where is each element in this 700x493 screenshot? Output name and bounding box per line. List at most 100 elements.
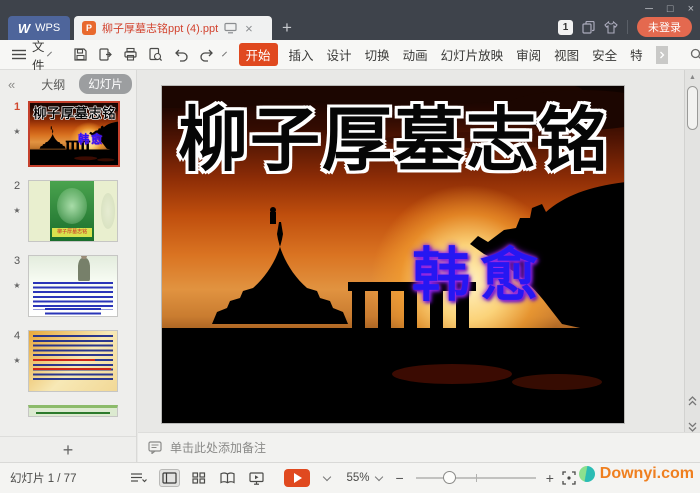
redo-button[interactable]: [199, 48, 215, 62]
notes-comment-icon: [148, 441, 162, 454]
slideshow-view-button[interactable]: [247, 470, 266, 487]
file-menu-chevron-icon[interactable]: [47, 51, 52, 56]
new-tab-button[interactable]: +: [282, 18, 292, 38]
animation-star-icon: ★: [13, 356, 20, 365]
sidebar-header: « 大纲 幻灯片: [0, 70, 136, 98]
view-mode-buttons: [128, 469, 332, 487]
slide-1-number: 1: [14, 101, 20, 113]
thumb3-figure: [78, 258, 89, 281]
file-menu[interactable]: 文件: [32, 36, 45, 74]
print-preview-button[interactable]: [148, 47, 163, 62]
next-slide-button[interactable]: [685, 422, 700, 432]
zoom-slider-center-tick: [476, 474, 477, 482]
ribbon-tabs-scroll-button[interactable]: [656, 46, 668, 64]
slides-sidebar: « 大纲 幻灯片 1 ★: [0, 70, 137, 462]
zoom-level-chevron-icon[interactable]: [374, 473, 382, 481]
tab-close-icon[interactable]: ×: [245, 21, 253, 36]
slide-1-thumbnail[interactable]: 柳子厚墓志铭 韩愈: [28, 101, 120, 167]
play-slideshow-button[interactable]: [284, 469, 310, 487]
slide-title-text[interactable]: 柳子厚墓志铭: [162, 104, 625, 178]
zoom-in-button[interactable]: +: [546, 470, 554, 486]
normal-view-button[interactable]: [159, 469, 180, 487]
thumb2-portrait: [57, 188, 87, 224]
print-button[interactable]: [123, 47, 138, 62]
downyi-watermark: Downyi.com: [579, 465, 694, 483]
slide-3-thumbnail[interactable]: [28, 255, 118, 317]
slide-4-number: 4: [14, 330, 20, 342]
zoom-slider-thumb[interactable]: [443, 471, 456, 484]
ribbon-tab-view[interactable]: 视图: [552, 43, 581, 66]
vertical-scrollbar[interactable]: ▲: [684, 70, 700, 448]
slide-thumb-row-2: 2 ★ 柳子厚墓志铭: [6, 180, 136, 242]
document-tab[interactable]: P 柳子厚墓志铭ppt (4).ppt ×: [74, 16, 272, 40]
slide-5-gutter: [6, 405, 28, 417]
search-icon: [690, 48, 700, 61]
ribbon-tabs: 开始 插入 设计 切换 动画 幻灯片放映 审阅 视图 安全 特: [239, 43, 668, 66]
export-button[interactable]: [98, 47, 113, 62]
ribbon-tab-animation[interactable]: 动画: [401, 43, 430, 66]
sidebar-collapse-icon[interactable]: «: [8, 77, 15, 92]
notes-toggle-icon[interactable]: [128, 470, 149, 486]
ribbon-tab-security[interactable]: 安全: [590, 43, 619, 66]
thumb3-text-block-2: [45, 308, 101, 315]
login-button[interactable]: 未登录: [637, 17, 692, 37]
previous-slide-button[interactable]: [685, 396, 700, 406]
zoom-out-button[interactable]: −: [396, 470, 404, 486]
reading-view-button[interactable]: [218, 470, 237, 486]
ribbon-tab-transition[interactable]: 切换: [363, 43, 392, 66]
slide-3-gutter: 3 ★: [6, 255, 28, 317]
quick-access-dropdown-icon[interactable]: [222, 51, 227, 56]
document-tab-row: W WPS P 柳子厚墓志铭ppt (4).ppt × + 1: [0, 15, 700, 40]
monitor-icon[interactable]: [224, 22, 237, 34]
undo-button[interactable]: [173, 48, 189, 62]
downyi-watermark-text: Downyi.com: [600, 465, 694, 483]
slide-2-thumbnail[interactable]: 柳子厚墓志铭: [28, 180, 118, 242]
ribbon-tab-design[interactable]: 设计: [325, 43, 354, 66]
ribbon-tab-home[interactable]: 开始: [239, 43, 278, 66]
scrollbar-thumb[interactable]: [687, 86, 698, 130]
document-count-badge[interactable]: 1: [558, 20, 573, 35]
notes-bar[interactable]: 单击此处添加备注: [138, 432, 700, 462]
command-search[interactable]: [690, 47, 700, 63]
slide-counter: 幻灯片 1 / 77: [10, 470, 76, 486]
slide-thumbnail-list: 1 ★: [0, 98, 136, 436]
slide-5-thumbnail[interactable]: [28, 405, 118, 417]
slide-1-thumb-art: 柳子厚墓志铭 韩愈: [30, 103, 118, 165]
copy-doc-icon[interactable]: [582, 21, 595, 34]
window-minimize-button[interactable]: ─: [645, 2, 653, 16]
ribbon-tab-features[interactable]: 特: [628, 43, 645, 66]
ribbon-tab-insert[interactable]: 插入: [287, 43, 316, 66]
window-close-button[interactable]: ×: [688, 2, 694, 16]
slide-thumb-row-3: 3 ★: [6, 255, 136, 317]
titlebar: ─ □ × W WPS P 柳子厚墓志铭ppt (4).ppt × + 1: [0, 0, 700, 40]
window-controls: ─ □ ×: [645, 2, 694, 16]
ribbon-tab-slideshow[interactable]: 幻灯片放映: [439, 43, 506, 66]
slide-author-text[interactable]: 韩愈: [412, 228, 548, 312]
slide-sorter-view-button[interactable]: [190, 470, 208, 486]
current-slide[interactable]: 柳子厚墓志铭 韩愈: [161, 85, 625, 424]
tab-outline[interactable]: 大纲: [41, 76, 65, 93]
window-maximize-button[interactable]: □: [667, 2, 674, 16]
play-options-chevron-icon[interactable]: [323, 473, 331, 481]
thumb-slide-author: 韩愈: [78, 130, 104, 146]
thumb-slide-title: 柳子厚墓志铭: [30, 106, 118, 120]
titlebar-divider: [627, 20, 628, 34]
zoom-level[interactable]: 55%: [346, 472, 369, 484]
notes-placeholder: 单击此处添加备注: [170, 439, 266, 456]
save-button[interactable]: [73, 47, 88, 62]
add-slide-button[interactable]: +: [63, 441, 74, 459]
fit-to-window-button[interactable]: [562, 471, 576, 485]
zoom-slider[interactable]: [416, 471, 536, 485]
tab-slides[interactable]: 幻灯片: [79, 74, 132, 94]
animation-star-icon: ★: [13, 281, 20, 290]
ribbon-tab-review[interactable]: 审阅: [514, 43, 543, 66]
thumb4-red-text: [33, 368, 110, 370]
wps-presentation-window: ─ □ × W WPS P 柳子厚墓志铭ppt (4).ppt × + 1: [0, 0, 700, 493]
titlebar-right-tools: 1 未登录: [558, 17, 692, 37]
slide-2-gutter: 2 ★: [6, 180, 28, 242]
slide-4-thumbnail[interactable]: [28, 330, 118, 392]
skin-shirt-icon[interactable]: [604, 21, 618, 34]
menu-hamburger-icon[interactable]: [12, 49, 26, 60]
document-title: 柳子厚墓志铭ppt (4).ppt: [102, 20, 218, 36]
scroll-up-arrow-icon[interactable]: ▲: [685, 74, 700, 81]
